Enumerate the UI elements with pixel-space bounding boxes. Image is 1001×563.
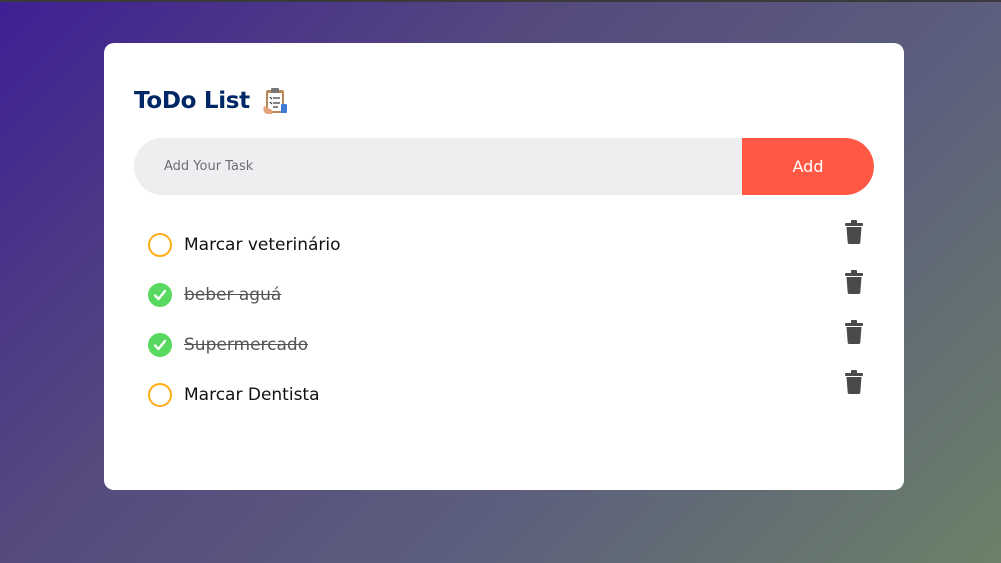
app-title: ToDo List	[134, 88, 250, 114]
task-input[interactable]	[134, 138, 742, 195]
task-item[interactable]: beber aguá	[134, 270, 874, 320]
trash-icon[interactable]	[844, 270, 864, 294]
task-label: Marcar veterinário	[184, 235, 341, 255]
check-icon[interactable]	[148, 233, 172, 257]
task-label: Marcar Dentista	[184, 385, 320, 405]
trash-icon[interactable]	[844, 220, 864, 244]
check-icon[interactable]	[148, 383, 172, 407]
task-label: Supermercado	[184, 335, 309, 355]
task-item[interactable]: Marcar veterinário	[134, 220, 874, 270]
trash-icon[interactable]	[844, 370, 864, 394]
todo-card: ToDo List Add Marcar veterinário	[104, 43, 904, 490]
check-icon[interactable]	[148, 283, 172, 307]
trash-icon[interactable]	[844, 320, 864, 344]
task-list: Marcar veterinário beber aguá Supermerca	[134, 220, 874, 420]
check-icon[interactable]	[148, 333, 172, 357]
task-label: beber aguá	[184, 285, 282, 305]
task-item[interactable]: Marcar Dentista	[134, 370, 874, 420]
clipboard-checklist-icon	[263, 88, 287, 114]
task-item[interactable]: Supermercado	[134, 320, 874, 370]
task-input-row: Add	[134, 138, 874, 195]
header: ToDo List	[134, 86, 290, 116]
window-top-border	[0, 0, 1001, 2]
add-button[interactable]: Add	[742, 138, 874, 195]
